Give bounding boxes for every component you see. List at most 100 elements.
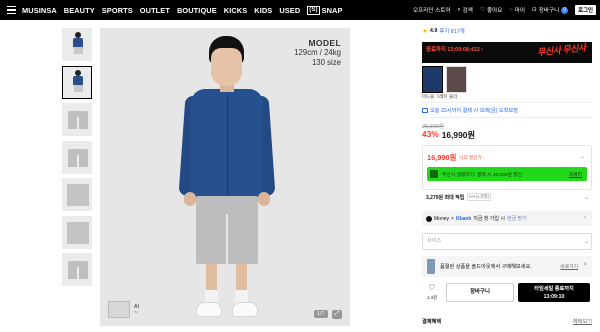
shipping-info: 오늘 22시까지 결제 시 모레(금) 도착보장 xyxy=(422,107,518,114)
cart-label: 장바구니 xyxy=(538,8,560,14)
cart-button[interactable]: ⊡ 장바구니 0 xyxy=(532,6,569,14)
points-info: 3,279원 최대 적립 5%(4개월) xyxy=(426,193,492,201)
nav-snap-label: SNAP xyxy=(321,5,343,15)
thumbnail-list xyxy=(62,28,94,291)
kbank-label: Kbank xyxy=(455,215,472,222)
color-option-2-label: 블리 xyxy=(449,94,458,99)
cart-icon: ⊡ xyxy=(532,7,537,13)
search-label: 검색 xyxy=(462,8,473,14)
heart-icon[interactable]: ♡ xyxy=(424,283,440,292)
payment-benefits: 결제혜택 혜택보기 xyxy=(422,318,592,325)
points-tag: 5%(4개월) xyxy=(467,193,492,201)
nav-right: 오프라인 스토어 ⌕ 검색 ♡ 좋아요 ◌ 마이 ⊡ 장바구니 0 로그인 xyxy=(413,0,596,20)
likes-button[interactable]: ♡ 좋아요 xyxy=(480,6,502,14)
cart-count-badge: 0 xyxy=(561,6,569,14)
money-brand: Money xyxy=(434,215,450,222)
review-link[interactable]: 후기 817개 xyxy=(439,27,464,35)
model-size: 130 size xyxy=(311,58,341,67)
likes-label: 좋아요 xyxy=(486,8,503,14)
nav-musinsa[interactable]: MUSINSA xyxy=(22,6,57,15)
nav-kicks[interactable]: KICKS xyxy=(224,6,248,15)
my-price-box: 16,990원 나의 할인가 › ⌄ 무신사 생활하기: 결제 시 30,000… xyxy=(422,145,592,190)
chevron-down-icon[interactable]: ⌄ xyxy=(580,153,585,160)
nav-used[interactable]: USED xyxy=(279,6,300,15)
nav-outlet[interactable]: OUTLET xyxy=(140,6,170,15)
action-bar: ♡ 1.4천 장바구니 타임세일 종료까지 13:09:10 xyxy=(422,283,592,303)
rating-score: 4.9 xyxy=(429,28,438,34)
notice-text: 품절된 상품을 솔드아웃에서 구매해보세요. xyxy=(440,264,532,270)
nav-items: MUSINSA BEAUTY SPORTS OUTLET BOUTIQUE KI… xyxy=(22,5,343,15)
nav-boutique[interactable]: BOUTIQUE xyxy=(177,6,217,15)
top-nav: MUSINSA BEAUTY SPORTS OUTLET BOUTIQUE KI… xyxy=(0,0,600,20)
coupon-detail-link[interactable]: 자세히 xyxy=(569,171,582,178)
money-text: 지금 첫 가입 시 xyxy=(473,216,505,222)
product-mini-image xyxy=(427,259,435,274)
promo-countdown: 종료까지 13:09:08:432 › xyxy=(426,47,483,53)
thumbnail-6[interactable] xyxy=(62,215,92,249)
chevron-down-icon[interactable]: ⌄ xyxy=(584,194,589,201)
nav-beauty[interactable]: BEAUTY xyxy=(64,6,95,15)
login-button[interactable]: 로그인 xyxy=(575,5,596,15)
promo-badge: 무신사 무신사 xyxy=(536,42,587,58)
like-count: 1.4천 xyxy=(426,295,438,300)
card-icon xyxy=(430,170,438,178)
soldout-notice: 품절된 상품을 솔드아웃에서 구매해보세요. 바로가기 × xyxy=(422,256,592,277)
sale-price: 16,990원 xyxy=(441,130,476,140)
color-option-2[interactable] xyxy=(446,66,467,93)
ai-fitting-thumbnail[interactable] xyxy=(108,301,130,318)
search-button[interactable]: ⌕ 검색 xyxy=(457,6,473,15)
model-stats: 129cm / 24kg xyxy=(294,48,341,57)
color-options xyxy=(422,66,467,93)
search-icon: ⌕ xyxy=(457,6,461,13)
image-pager: 1/7 xyxy=(314,310,328,318)
my-price-sub: 나의 할인가 › xyxy=(459,154,485,160)
star-icon: ★ xyxy=(422,28,428,35)
coupon-banner[interactable]: 무신사 생활하기: 결제 시 30,000원 할인 자세히 xyxy=(427,167,587,181)
thumbnail-3[interactable] xyxy=(62,103,92,136)
chevron-right-icon: › xyxy=(584,215,586,221)
menu-icon[interactable] xyxy=(0,0,22,20)
nav-sports[interactable]: SPORTS xyxy=(102,6,133,15)
points-text: 3,279원 최대 적립 xyxy=(426,194,465,201)
color-option-1[interactable] xyxy=(422,66,443,93)
model-photo xyxy=(178,36,278,326)
snap-logo-icon: (S) xyxy=(307,5,320,15)
user-icon: ◌ xyxy=(509,7,513,13)
color-option-1-label: 미드블 그레이 xyxy=(422,94,448,99)
thumbnail-1[interactable] xyxy=(62,28,92,61)
thumbnail-5[interactable] xyxy=(62,178,92,211)
main-product-image[interactable]: MODEL 129cm / 24kg 130 size AI ~ 1/7 ⤢ xyxy=(100,28,350,326)
rating: ★ 4.9 후기 817개 xyxy=(422,27,465,35)
buy-now-button[interactable]: 타임세일 종료까지 13:09:10 xyxy=(518,283,590,302)
discount-rate: 43% xyxy=(422,129,439,139)
truck-icon xyxy=(422,108,428,113)
model-title: MODEL xyxy=(308,38,341,48)
my-price[interactable]: 16,990원 나의 할인가 › xyxy=(427,152,485,163)
close-icon[interactable]: × xyxy=(583,262,587,268)
notice-link[interactable]: 바로가기 xyxy=(560,263,578,270)
coupon-text: 무신사 생활하기: 결제 시 30,000원 할인 xyxy=(442,173,523,178)
model-info: MODEL 129cm / 24kg 130 size xyxy=(294,38,341,68)
money-extra: 현금 받기 xyxy=(507,216,527,222)
payment-more-link[interactable]: 혜택보기 xyxy=(573,318,592,325)
nav-snap[interactable]: (S) SNAP xyxy=(307,5,343,15)
divider xyxy=(422,117,592,118)
thumbnail-2[interactable] xyxy=(62,65,92,99)
price-row: 43% 16,990원 xyxy=(422,129,475,141)
promo-banner[interactable]: 종료까지 13:09:08:432 › 무신사 무신사 xyxy=(422,42,592,63)
thumbnail-4[interactable] xyxy=(62,140,92,174)
offline-store-link[interactable]: 오프라인 스토어 xyxy=(413,6,451,14)
heart-icon: ♡ xyxy=(479,7,485,13)
money-banner[interactable]: Money × Kbank 지금 첫 가입 시 현금 받기 › xyxy=(422,211,592,226)
chevron-down-icon: ⌄ xyxy=(584,239,590,245)
add-to-cart-button[interactable]: 장바구니 xyxy=(446,283,514,302)
thumbnail-7[interactable] xyxy=(62,253,92,286)
nav-kids[interactable]: KIDS xyxy=(254,6,272,15)
expand-icon[interactable]: ⤢ xyxy=(332,310,342,319)
divider xyxy=(422,102,592,103)
size-select[interactable]: 사이즈 xyxy=(422,233,592,250)
my-label: 마이 xyxy=(514,8,526,14)
my-button[interactable]: ◌ 마이 xyxy=(509,6,525,14)
ai-fitting-label[interactable]: AI ~ xyxy=(134,304,139,316)
payment-label: 결제혜택 xyxy=(422,319,442,325)
